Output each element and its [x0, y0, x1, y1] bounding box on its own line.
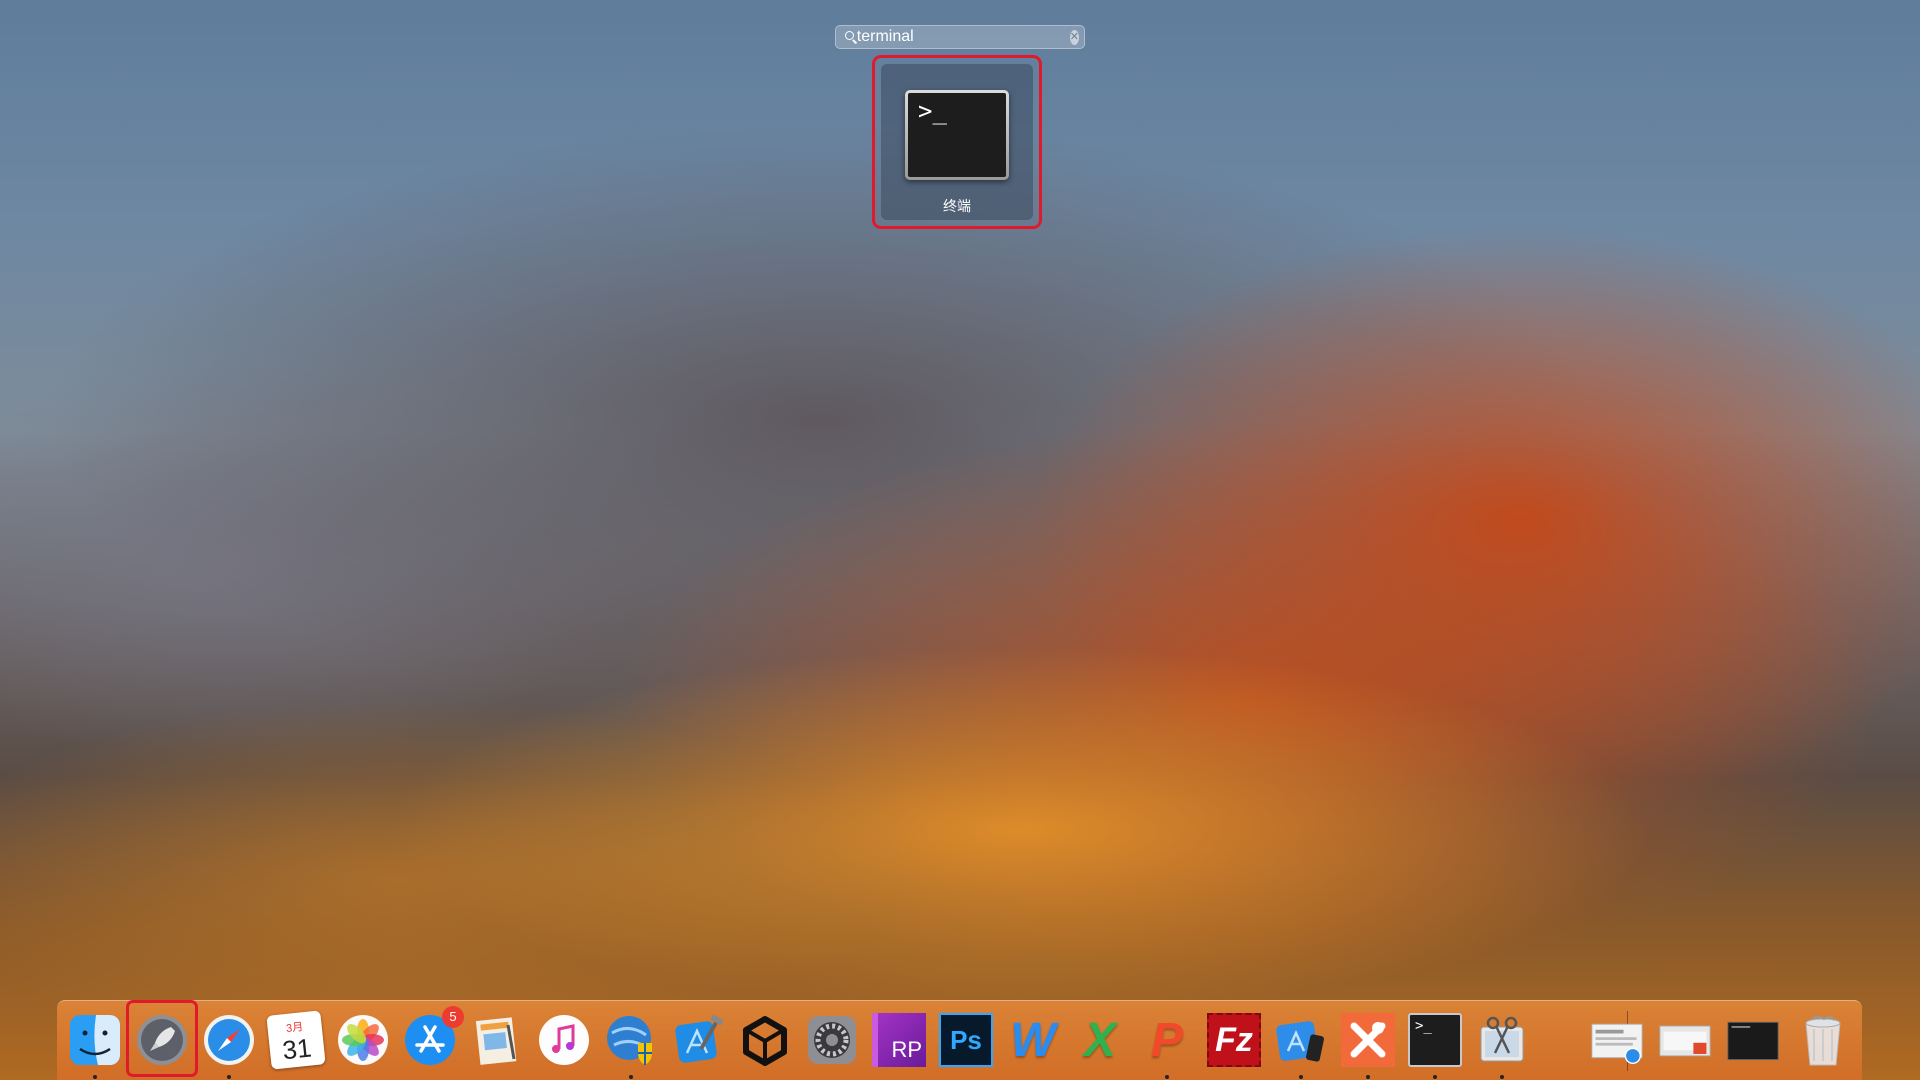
- dock-item-powerpoint[interactable]: P: [1137, 1010, 1197, 1079]
- rp-icon: RP: [872, 1013, 926, 1067]
- search-result-highlight: >_ 终端: [872, 55, 1042, 229]
- terminal-prompt: >_: [908, 93, 1006, 177]
- dock-item-minimized-window-3[interactable]: [1723, 1010, 1787, 1070]
- dock-item-excel[interactable]: X: [1070, 1010, 1130, 1070]
- dock-item-photoshop[interactable]: Ps: [936, 1010, 996, 1070]
- trash-icon: [1796, 1013, 1850, 1067]
- music-note-icon: [537, 1013, 591, 1067]
- dock-item-word[interactable]: W: [1003, 1010, 1063, 1070]
- globe-shield-icon: [604, 1013, 658, 1067]
- dock-item-screenshot-tool[interactable]: [1472, 1010, 1532, 1079]
- running-indicator: [1433, 1075, 1437, 1079]
- dock-item-trash[interactable]: [1793, 1010, 1853, 1070]
- dock-item-system-preferences[interactable]: [802, 1010, 862, 1070]
- search-input[interactable]: [850, 26, 1070, 48]
- window-thumbnail-icon: [1590, 1013, 1644, 1067]
- app-name-label: 终端: [943, 198, 971, 214]
- launchpad-search-field[interactable]: ✕: [835, 25, 1085, 49]
- compass-icon: [202, 1013, 256, 1067]
- dock-item-photos[interactable]: [333, 1010, 393, 1070]
- search-icon: [844, 30, 854, 44]
- fz-icon: Fz: [1207, 1013, 1261, 1067]
- dock-item-filezilla[interactable]: Fz: [1204, 1010, 1264, 1070]
- window-thumbnail-icon: [1658, 1013, 1712, 1067]
- ps-icon: Ps: [939, 1013, 993, 1067]
- notification-badge: 5: [442, 1006, 464, 1028]
- scissors-icon: [1475, 1013, 1529, 1067]
- calendar-icon: 3月 31: [266, 1010, 326, 1070]
- simulator-icon: [1274, 1013, 1328, 1067]
- running-indicator: [1299, 1075, 1303, 1079]
- dock-item-minimized-window-1[interactable]: [1587, 1010, 1651, 1070]
- dock-item-finder[interactable]: [65, 1010, 125, 1079]
- clear-search-icon[interactable]: ✕: [1069, 29, 1079, 45]
- gear-icon: [805, 1013, 859, 1067]
- rp-label: RP: [891, 1037, 922, 1062]
- terminal-icon: >_: [905, 90, 1009, 180]
- p-label: P: [1150, 1013, 1183, 1067]
- running-indicator: [1366, 1075, 1370, 1079]
- x-icon: X: [1073, 1013, 1127, 1067]
- dock-item-unity[interactable]: [735, 1010, 795, 1070]
- running-indicator: [93, 1075, 97, 1079]
- xmind-icon: [1341, 1013, 1395, 1067]
- dock-item-simulator[interactable]: [1271, 1010, 1331, 1079]
- dock-item-preview[interactable]: [467, 1010, 527, 1070]
- dock-item-calendar[interactable]: 3月 31: [266, 1010, 326, 1070]
- dock-item-minimized-window-2[interactable]: [1655, 1010, 1719, 1070]
- dock: 3月 31 5 RP Ps W X P Fz >_: [57, 1000, 1862, 1080]
- x-label: X: [1083, 1013, 1116, 1067]
- calendar-day: 31: [280, 1032, 313, 1066]
- dock-item-terminal[interactable]: >_: [1405, 1010, 1465, 1079]
- launchpad-highlight: [126, 1000, 198, 1077]
- terminal-label: >_: [1415, 1018, 1432, 1034]
- finder-icon: [68, 1013, 122, 1067]
- dock-item-safari[interactable]: [199, 1010, 259, 1079]
- dock-item-xcode[interactable]: [668, 1010, 728, 1070]
- fz-label: Fz: [1215, 1020, 1253, 1059]
- ps-label: Ps: [950, 1024, 982, 1055]
- running-indicator: [1165, 1075, 1169, 1079]
- search-result-terminal[interactable]: >_ 终端: [881, 64, 1033, 220]
- preview-icon: [470, 1013, 524, 1067]
- p-icon: P: [1140, 1013, 1194, 1067]
- dock-item-xmind[interactable]: [1338, 1010, 1398, 1079]
- w-label: W: [1010, 1013, 1056, 1067]
- running-indicator: [629, 1075, 633, 1079]
- dock-item-itunes[interactable]: [534, 1010, 594, 1070]
- running-indicator: [1500, 1075, 1504, 1079]
- dock-item-axure-rp[interactable]: RP: [869, 1010, 929, 1070]
- dock-item-app-store[interactable]: 5: [400, 1006, 464, 1070]
- terminal-icon: >_: [1408, 1013, 1462, 1067]
- window-thumbnail-icon: [1726, 1013, 1780, 1067]
- dock-item-network-app[interactable]: [601, 1010, 661, 1079]
- unity-icon: [738, 1013, 792, 1067]
- w-icon: W: [1006, 1013, 1060, 1067]
- photos-icon: [336, 1013, 390, 1067]
- running-indicator: [227, 1075, 231, 1079]
- hammer-icon: [671, 1013, 725, 1067]
